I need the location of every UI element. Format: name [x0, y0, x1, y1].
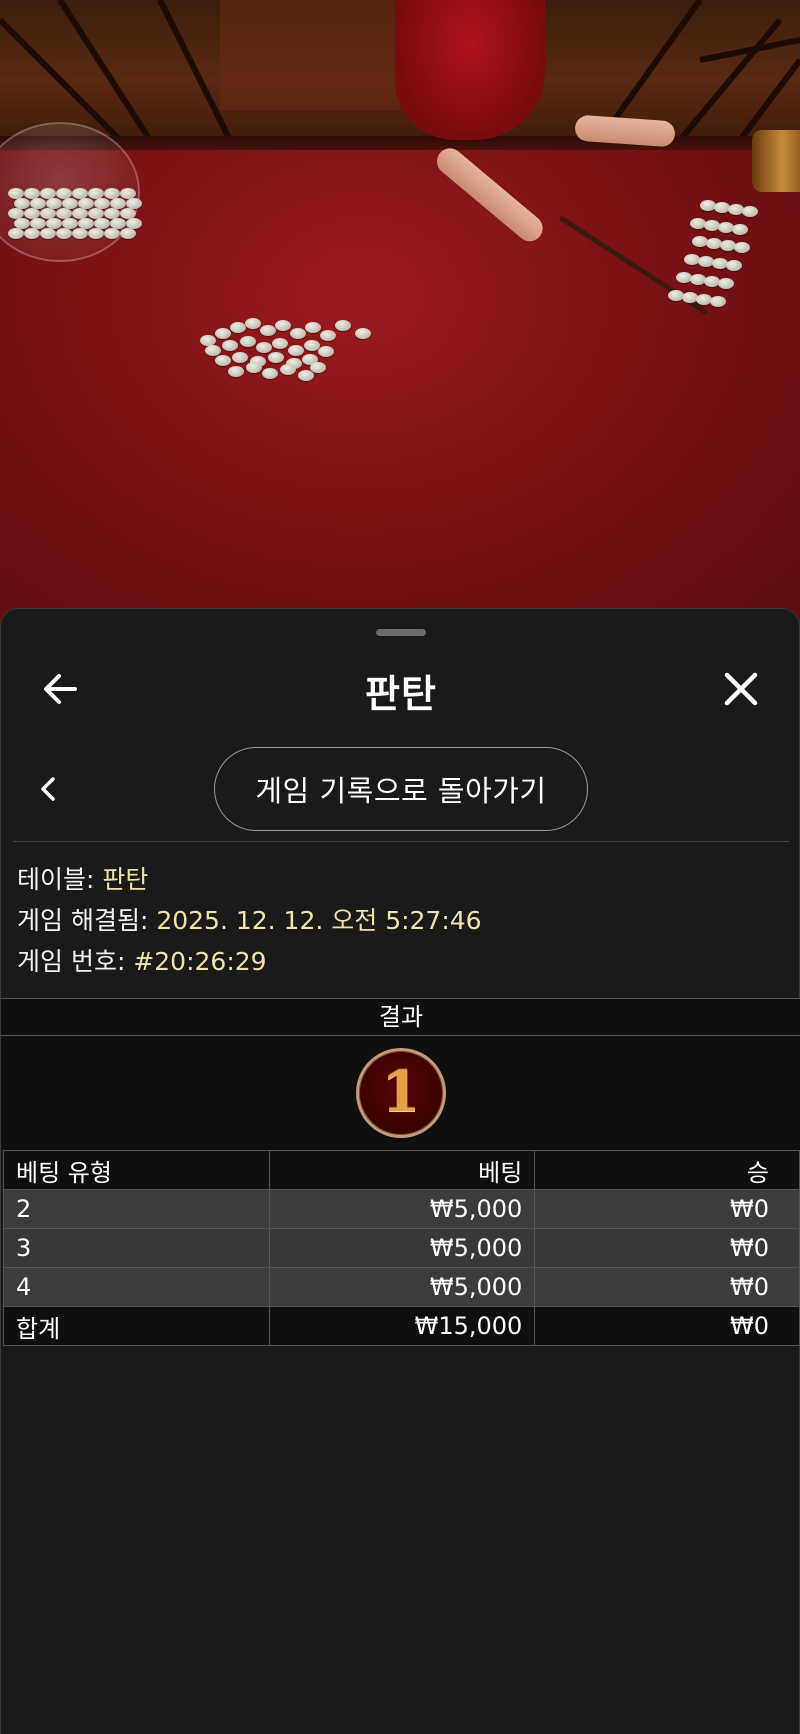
bet-amount-cell: ₩5,000 — [268, 1189, 536, 1229]
result-header: 결과 — [1, 998, 800, 1036]
bead — [732, 224, 748, 235]
bead — [240, 336, 256, 347]
live-video-background — [0, 0, 800, 640]
bead — [275, 320, 291, 331]
column-header-bet-type: 베팅 유형 — [3, 1150, 270, 1190]
resolved-label: 게임 해결됨: — [17, 906, 149, 935]
bead — [298, 370, 314, 381]
table-info-line: 테이블: 판탄 — [17, 859, 482, 900]
divider — [13, 841, 789, 842]
win-amount-cell: ₩0 — [534, 1228, 800, 1268]
win-amount-cell: ₩0 — [534, 1267, 800, 1307]
dealer — [395, 0, 545, 140]
bead — [355, 328, 371, 339]
chevron-left-icon[interactable] — [31, 769, 65, 809]
table-value: 판탄 — [102, 865, 149, 894]
bead — [104, 228, 120, 239]
result-cell: 1 — [1, 1036, 800, 1150]
game-number-value: #20:26:29 — [133, 947, 267, 976]
table-row: 4 ₩5,000 ₩0 — [3, 1267, 800, 1307]
bead — [288, 345, 304, 356]
bet-amount-cell: ₩5,000 — [268, 1267, 536, 1307]
bet-type-cell: 2 — [3, 1189, 270, 1229]
bead — [120, 228, 136, 239]
bead — [24, 228, 40, 239]
bead — [734, 242, 750, 253]
game-number-label: 게임 번호: — [17, 947, 126, 976]
total-win-cell: ₩0 — [534, 1306, 800, 1346]
page-title: 판탄 — [365, 672, 437, 716]
bead — [335, 320, 351, 331]
bead — [256, 342, 272, 353]
bead — [56, 228, 72, 239]
bead — [215, 328, 231, 339]
sheet-grabber[interactable] — [376, 629, 426, 636]
resolved-value: 2025. 12. 12. 오전 5:27:46 — [156, 906, 482, 935]
bead — [280, 364, 296, 375]
bead — [742, 206, 758, 217]
resolved-info-line: 게임 해결됨: 2025. 12. 12. 오전 5:27:46 — [17, 900, 482, 941]
game-number-line: 게임 번호: #20:26:29 — [17, 941, 482, 982]
bead — [726, 260, 742, 271]
bead — [88, 228, 104, 239]
bet-amount-cell: ₩5,000 — [268, 1228, 536, 1268]
game-detail-sheet: 판탄 게임 기록으로 돌아가기 테이블: 판탄 게임 해결됨: 2025. 12… — [0, 608, 800, 1734]
bet-type-cell: 4 — [3, 1267, 270, 1307]
column-header-bet: 베팅 — [268, 1150, 536, 1190]
table-label: 테이블: — [17, 865, 95, 894]
bead — [232, 352, 248, 363]
bead — [222, 340, 238, 351]
bead — [272, 338, 288, 349]
total-bet-cell: ₩15,000 — [268, 1306, 536, 1346]
table-row: 2 ₩5,000 ₩0 — [3, 1189, 800, 1229]
bet-type-cell: 3 — [3, 1228, 270, 1268]
bead — [710, 296, 726, 307]
bets-header-row: 베팅 유형 베팅 승 — [3, 1150, 800, 1190]
brass-cup — [752, 130, 800, 192]
bead — [230, 322, 246, 333]
bead — [318, 346, 334, 357]
total-row: 합계 ₩15,000 ₩0 — [3, 1306, 800, 1346]
bead — [310, 362, 326, 373]
bead — [262, 368, 278, 379]
bets-table: 베팅 유형 베팅 승 2 ₩5,000 ₩0 3 ₩5,000 ₩0 4 ₩5,… — [3, 1150, 800, 1346]
column-header-win: 승 — [534, 1150, 800, 1190]
back-to-history-button[interactable]: 게임 기록으로 돌아가기 — [214, 747, 588, 831]
bead — [205, 345, 221, 356]
bead — [320, 330, 336, 341]
game-info: 테이블: 판탄 게임 해결됨: 2025. 12. 12. 오전 5:27:46… — [17, 859, 482, 982]
bead — [718, 278, 734, 289]
bead — [8, 228, 24, 239]
sheet-header: 판탄 — [1, 649, 800, 729]
bead — [245, 318, 261, 329]
win-amount-cell: ₩0 — [534, 1189, 800, 1229]
bead — [268, 352, 284, 363]
bead — [72, 228, 88, 239]
total-label-cell: 합계 — [3, 1306, 270, 1346]
bead — [246, 362, 262, 373]
bead — [215, 355, 231, 366]
bead — [290, 328, 306, 339]
bead — [228, 366, 244, 377]
history-nav: 게임 기록으로 돌아가기 — [1, 747, 800, 831]
bead — [260, 325, 276, 336]
close-icon[interactable] — [717, 665, 765, 713]
result-number: 1 — [381, 1059, 421, 1125]
table-row: 3 ₩5,000 ₩0 — [3, 1228, 800, 1268]
bead — [40, 228, 56, 239]
bead — [305, 322, 321, 333]
result-ball: 1 — [356, 1048, 446, 1138]
